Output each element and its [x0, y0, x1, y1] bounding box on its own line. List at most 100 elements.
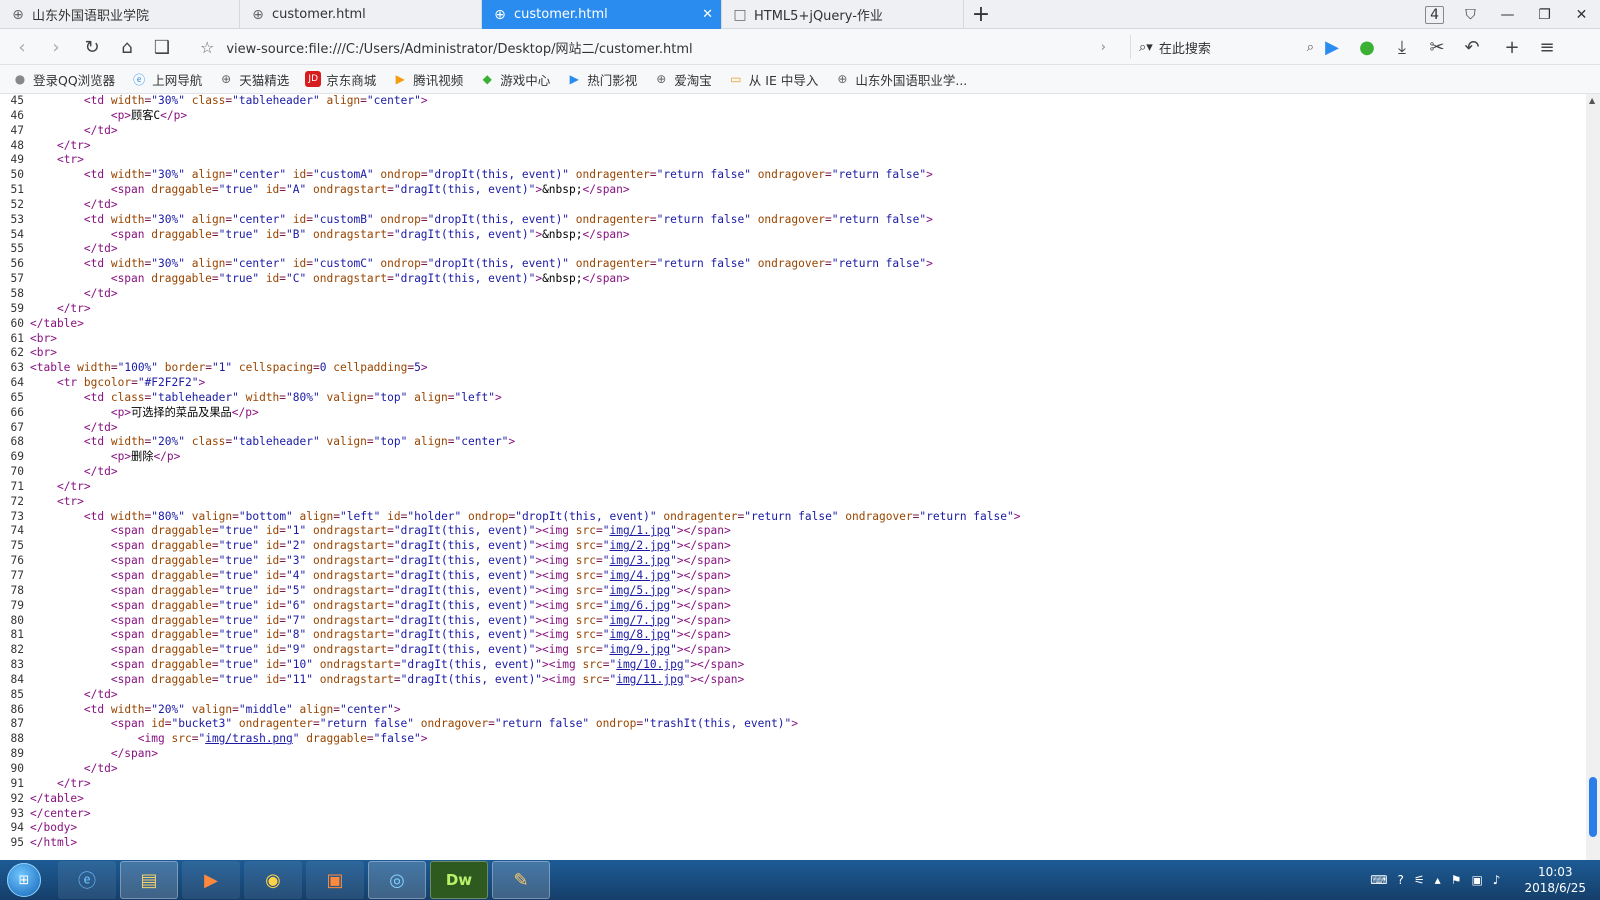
explorer-icon[interactable]: ▤	[120, 861, 178, 899]
code-line: 73 <td width="80%" valign="bottom" align…	[10, 509, 1021, 523]
globe-icon: ⊕	[837, 72, 848, 86]
input-method-icon[interactable]: ⚟	[1414, 873, 1425, 887]
forward-icon[interactable]: ›	[44, 35, 68, 59]
clock-time: 10:03	[1537, 865, 1573, 879]
scroll-up-icon[interactable]: ▲	[1589, 96, 1595, 105]
code-line: 60 </table>	[10, 316, 84, 330]
play-icon: ▶	[569, 72, 579, 86]
code-line: 80 <span draggable="true" id="7" ondrags…	[10, 613, 731, 627]
code-line: 91 </tr>	[10, 776, 91, 790]
pdf-icon[interactable]: ▣	[306, 861, 364, 899]
show-hidden-icon[interactable]: ▴	[1435, 873, 1441, 887]
globe-icon: ⊕	[12, 6, 24, 23]
bookmark-tmall[interactable]: ⊕ 天猫精选	[218, 70, 289, 89]
code-line: 58 </td>	[10, 286, 118, 300]
dreamweaver-icon[interactable]: Dw	[430, 861, 488, 899]
qq-browser-icon[interactable]: ◎	[368, 861, 426, 899]
code-line: 85 </td>	[10, 687, 118, 701]
play-icon[interactable]: ▶	[1320, 35, 1344, 59]
refresh-icon[interactable]: ↻	[80, 35, 104, 59]
bookmark-nav[interactable]: ⓔ 上网导航	[131, 70, 202, 89]
bookmark-ie-import[interactable]: ▭ 从 IE 中导入	[728, 70, 818, 89]
tab-customer-1[interactable]: ⊕ customer.html	[240, 0, 482, 29]
minimize-icon[interactable]: —	[1489, 7, 1526, 23]
bookmark-movies[interactable]: ▶ 热门影视	[566, 70, 638, 89]
scissors-icon[interactable]: ✂	[1425, 35, 1449, 59]
scrollbar-thumb[interactable]	[1589, 777, 1597, 837]
add-icon[interactable]: +	[1500, 35, 1524, 59]
code-line: 77 <span draggable="true" id="4" ondrags…	[10, 569, 731, 582]
menu-icon[interactable]: ≡	[1535, 35, 1559, 59]
download-icon[interactable]: ⤓	[1390, 35, 1414, 59]
ie-icon[interactable]: ⓔ	[58, 861, 116, 899]
code-line: 59 </tr>	[10, 301, 91, 315]
media-player-icon[interactable]: ▶	[182, 861, 240, 899]
search-box[interactable]: ⌕▾ 在此搜索 ⌕	[1130, 35, 1320, 59]
code-line: 51 <span draggable="true" id="A" ondrags…	[10, 183, 630, 197]
help-icon[interactable]: ?	[1398, 873, 1404, 887]
address-bar[interactable]: ☆ view-source:file:///C:/Users/Administr…	[200, 33, 1120, 61]
close-icon[interactable]: ✕	[702, 7, 713, 22]
star-icon[interactable]: ☆	[200, 38, 214, 57]
tab-homework[interactable]: □ HTML5+jQuery-作业	[722, 0, 964, 29]
e-icon: ⓔ	[133, 72, 146, 87]
bookmark-school[interactable]: ⊕ 山东外国语职业学...	[834, 70, 967, 89]
clock[interactable]: 10:03 2018/6/25	[1524, 864, 1586, 896]
back-icon[interactable]: ‹	[10, 35, 34, 59]
close-window-icon[interactable]: ✕	[1563, 7, 1600, 23]
chrome-icon[interactable]: ◉	[244, 861, 302, 899]
network-icon[interactable]: ▣	[1471, 873, 1482, 887]
start-button[interactable]: ⊞	[0, 860, 48, 900]
bookmark-qq-login[interactable]: ● 登录QQ浏览器	[12, 70, 115, 89]
go-icon[interactable]: ›	[1101, 40, 1106, 55]
code-line: 54 <span draggable="true" id="B" ondrags…	[10, 227, 630, 241]
chat-icon[interactable]: ●	[1355, 35, 1379, 59]
search-icon[interactable]: ⌕	[1307, 40, 1314, 55]
nav-toolbar: ‹ › ↻ ⌂ ❑ ☆ view-source:file:///C:/Users…	[0, 29, 1600, 65]
paint-icon[interactable]: ✎	[492, 861, 550, 899]
globe-icon: ⊕	[494, 6, 506, 23]
windows-logo-icon: ⊞	[7, 863, 41, 897]
code-line: 83 <span draggable="true" id="10" ondrag…	[10, 658, 745, 672]
code-line: 82 <span draggable="true" id="9" ondrags…	[10, 643, 731, 657]
globe-icon: ⊕	[221, 72, 232, 86]
tab-school[interactable]: ⊕ 山东外国语职业学院	[0, 0, 240, 29]
volume-icon[interactable]: ♪	[1493, 873, 1501, 887]
bookmark-jd[interactable]: JD 京东商城	[305, 70, 376, 89]
code-line: 79 <span draggable="true" id="6" ondrags…	[10, 598, 731, 612]
reader-icon[interactable]: ❑	[150, 35, 174, 59]
code-line: 56 <td width="30%" align="center" id="cu…	[10, 257, 933, 271]
window-controls: 4 ⛉ — ❐ ✕	[1425, 0, 1600, 29]
tab-label: HTML5+jQuery-作业	[754, 9, 883, 24]
undo-icon[interactable]: ↶	[1460, 35, 1484, 59]
search-engine-icon[interactable]: ⌕▾	[1139, 40, 1153, 55]
clock-date: 2018/6/25	[1524, 881, 1586, 895]
tab-count-badge[interactable]: 4	[1425, 5, 1444, 24]
user-icon: ●	[14, 72, 26, 86]
system-tray: ⌨ ? ⚟ ▴ ⚑ ▣ ♪ 10:03 2018/6/25	[1370, 860, 1590, 900]
maximize-icon[interactable]: ❐	[1526, 7, 1563, 23]
code-line: 46 <p>顾客C</p>	[10, 108, 188, 122]
flag-icon[interactable]: ⚑	[1451, 873, 1462, 887]
keyboard-icon[interactable]: ⌨	[1370, 873, 1387, 887]
code-line: 84 <span draggable="true" id="11" ondrag…	[10, 672, 745, 686]
vertical-scrollbar[interactable]: ▲	[1586, 94, 1600, 860]
new-tab-button[interactable]: +	[964, 0, 998, 29]
gamepad-icon: ◆	[482, 72, 492, 86]
home-icon[interactable]: ⌂	[115, 35, 139, 59]
globe-icon: ⊕	[252, 6, 264, 23]
code-line: 57 <span draggable="true" id="C" ondrags…	[10, 272, 630, 286]
bookmark-aitaobao[interactable]: ⊕ 爱淘宝	[653, 70, 712, 89]
tab-label: customer.html	[272, 7, 366, 22]
code-line: 78 <span draggable="true" id="5" ondrags…	[10, 583, 731, 597]
code-line: 68 <td width="20%" class="tableheader" v…	[10, 435, 516, 449]
search-placeholder: 在此搜索	[1158, 41, 1211, 57]
bookmark-tencent-video[interactable]: ▶ 腾讯视频	[392, 70, 464, 89]
skin-icon[interactable]: ⛉	[1452, 7, 1489, 23]
code-line: 92 </table>	[10, 791, 84, 805]
code-line: 45 <td width="30%" class="tableheader" a…	[10, 94, 428, 107]
source-viewer[interactable]: 45 <td width="30%" class="tableheader" a…	[0, 94, 1586, 860]
tab-label: 山东外国语职业学院	[32, 9, 150, 24]
tab-customer-active[interactable]: ⊕ customer.html ✕	[482, 0, 722, 29]
bookmark-games[interactable]: ◆ 游戏中心	[479, 70, 551, 89]
